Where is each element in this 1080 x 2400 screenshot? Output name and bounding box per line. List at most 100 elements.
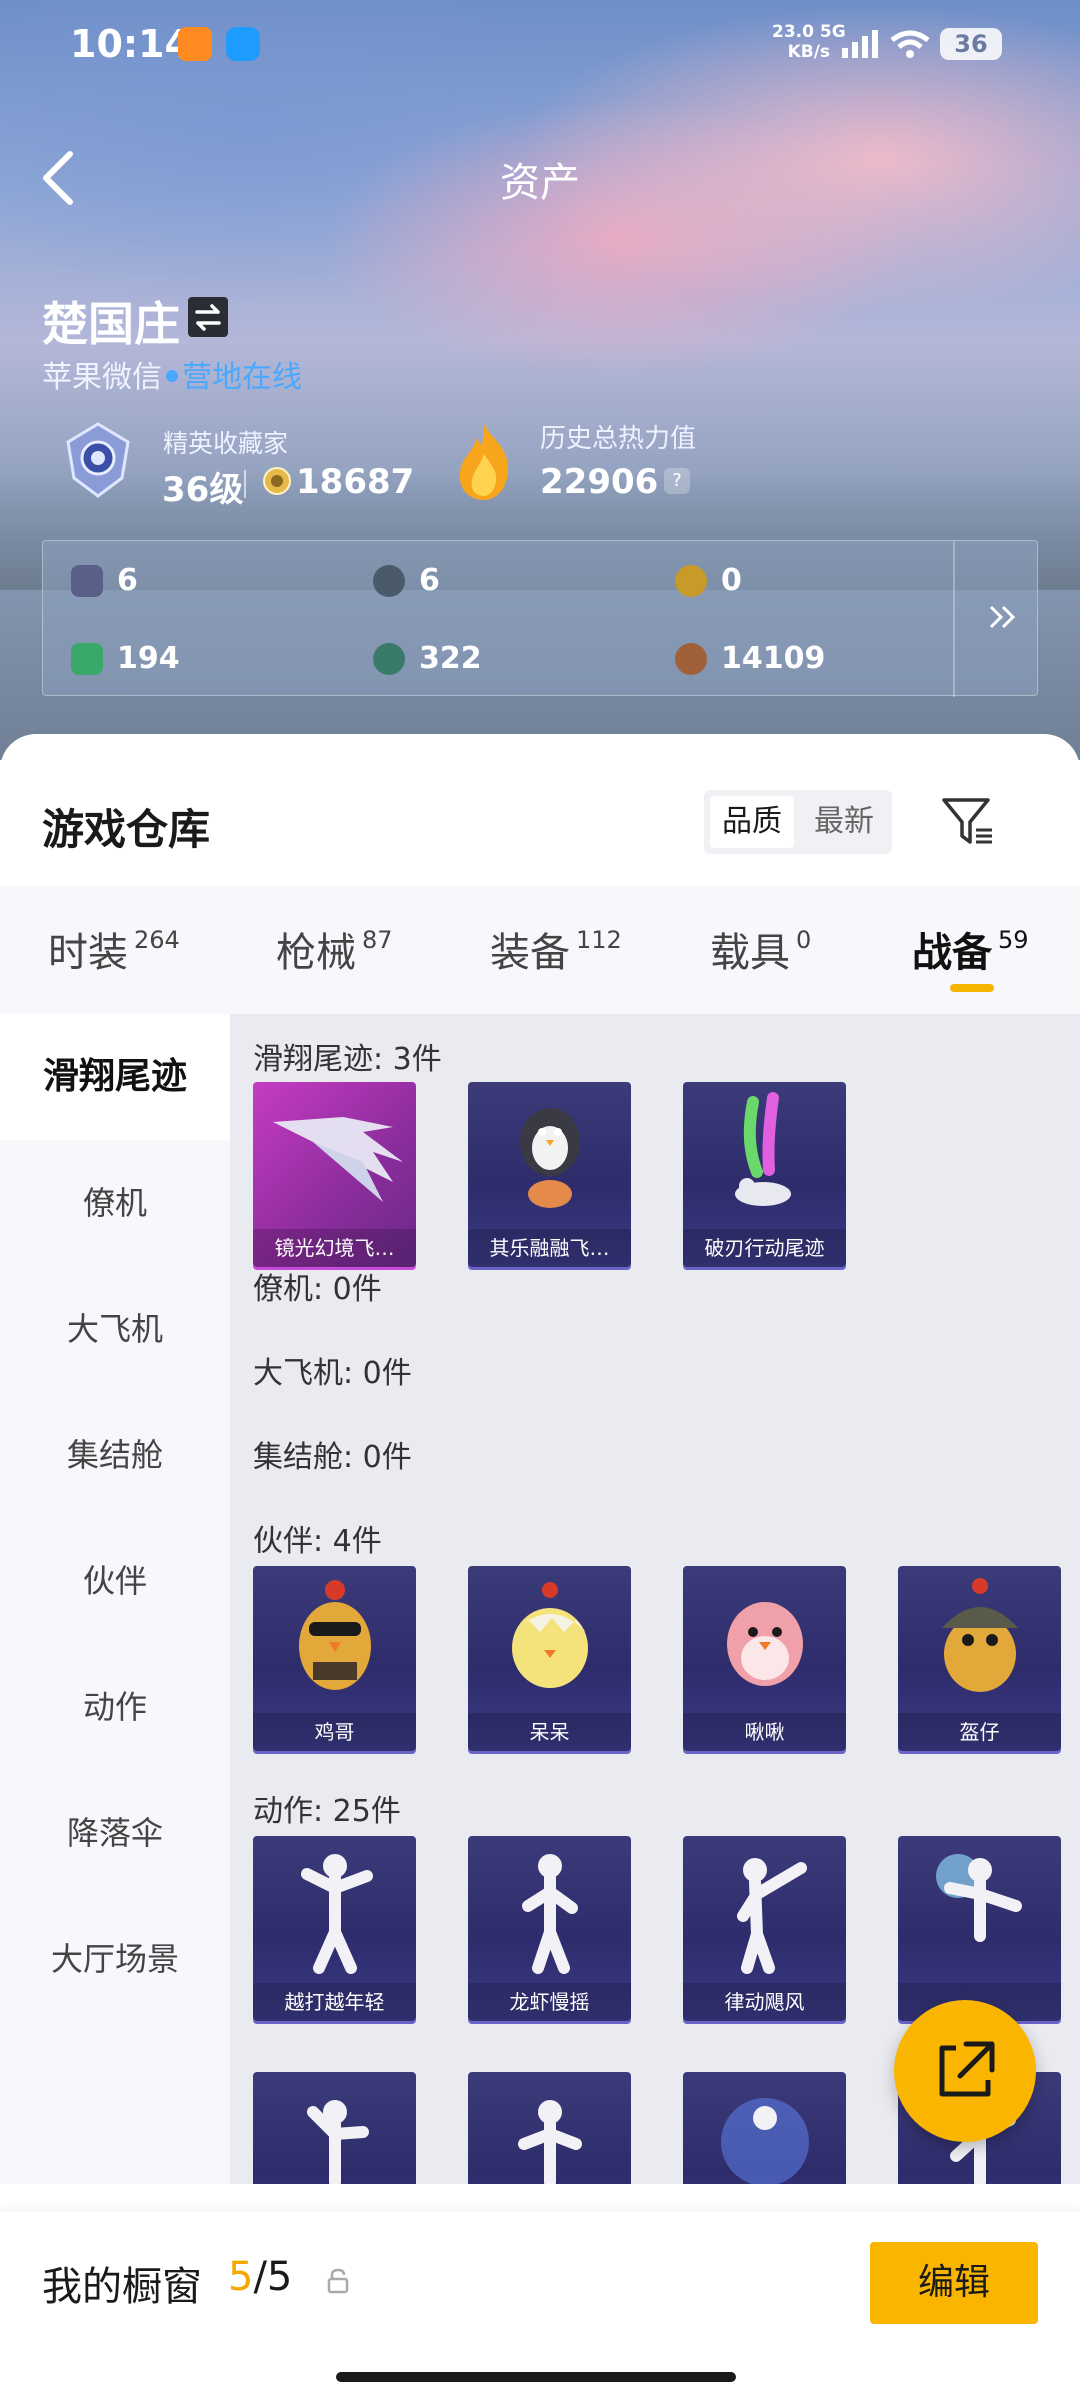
tab-fashion[interactable]: 时装 264 bbox=[48, 920, 180, 978]
tab-label: 战备 bbox=[912, 930, 992, 976]
resource-value: 6 bbox=[117, 563, 138, 598]
browser-app-icon bbox=[226, 27, 260, 61]
tab-count: 0 bbox=[796, 926, 812, 954]
warehouse-sheet: 游戏仓库 品质 最新 时装 264 枪械 87 装备 112 载具 0 战备 59 滑翔尾… bbox=[0, 734, 1080, 2400]
item-card[interactable]: 盔仔 bbox=[898, 1566, 1061, 1751]
lock-icon bbox=[327, 2268, 349, 2294]
sort-newest-button[interactable]: 最新 bbox=[802, 796, 886, 848]
double-chevron-right-icon[interactable] bbox=[983, 597, 1023, 637]
orb-icon bbox=[373, 643, 405, 675]
pink-bird-art bbox=[727, 1602, 803, 1686]
nav-item-wingman[interactable]: 僚机 bbox=[0, 1140, 230, 1266]
tab-count: 264 bbox=[134, 926, 180, 954]
item-name: 鸡哥 bbox=[253, 1713, 416, 1751]
status-time: 10:14 bbox=[70, 22, 191, 66]
resource-value: 14109 bbox=[721, 641, 826, 676]
gold-coupon-icon bbox=[675, 565, 707, 597]
medal-icon bbox=[263, 467, 291, 495]
resource-divider bbox=[953, 541, 955, 697]
green-ticket-icon bbox=[71, 643, 103, 675]
network-speed: 23.0 5G KB/s bbox=[772, 22, 846, 62]
nav-item-emote[interactable]: 动作 bbox=[0, 1644, 230, 1770]
battery-indicator: 36 bbox=[940, 28, 1002, 60]
chick-eggshell-art bbox=[512, 1582, 588, 1688]
wifi-icon bbox=[890, 30, 930, 58]
rank-title: 精英收藏家 bbox=[163, 429, 289, 458]
tab-vehicles[interactable]: 载具 0 bbox=[710, 920, 811, 978]
switch-account-icon[interactable] bbox=[188, 297, 228, 337]
item-card[interactable] bbox=[468, 2072, 631, 2184]
item-card[interactable] bbox=[683, 2072, 846, 2184]
item-card[interactable]: 鸡哥 bbox=[253, 1566, 416, 1751]
warehouse-title: 游戏仓库 bbox=[42, 805, 211, 854]
item-card[interactable]: 啾啾 bbox=[683, 1566, 846, 1751]
tab-count: 87 bbox=[362, 926, 393, 954]
nav-item-lobby-scene[interactable]: 大厅场景 bbox=[0, 1896, 230, 2022]
status-bar: 10:14 23.0 5G KB/s 36 bbox=[0, 0, 1080, 90]
tab-weapons[interactable]: 枪械 87 bbox=[276, 920, 393, 978]
item-name: 其乐融融飞… bbox=[468, 1229, 631, 1267]
active-tab-indicator bbox=[950, 984, 994, 992]
penguin-trail-art bbox=[520, 1108, 580, 1208]
tab-label: 枪械 bbox=[276, 930, 356, 976]
resource-value: 322 bbox=[419, 641, 482, 676]
rank-badge-icon[interactable] bbox=[58, 420, 138, 500]
network-speed-value: 23.0 bbox=[772, 22, 814, 42]
section-title-pod: 集结舱: 0件 bbox=[253, 1440, 412, 1475]
nav-item-glide-trail[interactable]: 滑翔尾迹 bbox=[0, 1014, 230, 1140]
item-card[interactable] bbox=[898, 1836, 1061, 2021]
fire-icon bbox=[459, 424, 509, 500]
showcase-total: /5 bbox=[253, 2254, 293, 2300]
emote-pose-art bbox=[518, 2100, 582, 2184]
share-button[interactable] bbox=[894, 2000, 1036, 2142]
nav-item-plane[interactable]: 大飞机 bbox=[0, 1266, 230, 1392]
helmet-chick-art bbox=[942, 1578, 1018, 1692]
section-title-partner: 伙伴: 4件 bbox=[253, 1524, 382, 1559]
sort-toggle: 品质 最新 bbox=[704, 790, 892, 854]
heat-title: 历史总热力值 bbox=[540, 424, 697, 454]
filter-icon[interactable] bbox=[938, 792, 998, 852]
edit-showcase-button[interactable]: 编辑 bbox=[870, 2242, 1038, 2324]
platform-label: 苹果微信 bbox=[42, 360, 162, 395]
rank-level: 36级 bbox=[162, 470, 244, 510]
showcase-count: 5/5 bbox=[228, 2254, 292, 2300]
tab-count: 112 bbox=[576, 926, 622, 954]
bronze-coin-icon bbox=[675, 643, 707, 675]
item-name: 律动飓风 bbox=[683, 1983, 846, 2021]
tab-count: 59 bbox=[998, 926, 1029, 954]
section-title-wingman: 僚机: 0件 bbox=[253, 1272, 382, 1307]
item-card[interactable]: 越打越年轻 bbox=[253, 1836, 416, 2021]
showcase-current: 5 bbox=[228, 2254, 254, 2300]
item-name: 盔仔 bbox=[898, 1713, 1061, 1751]
rank-divider bbox=[244, 470, 246, 498]
item-name: 破刃行动尾迹 bbox=[683, 1229, 846, 1267]
item-name: 龙虾慢摇 bbox=[468, 1983, 631, 2021]
network-speed-unit: KB/s bbox=[787, 42, 831, 62]
item-card[interactable]: 呆呆 bbox=[468, 1566, 631, 1751]
tab-readiness[interactable]: 战备 59 bbox=[912, 920, 1029, 978]
item-name: 越打越年轻 bbox=[253, 1983, 416, 2021]
nav-item-partner[interactable]: 伙伴 bbox=[0, 1518, 230, 1644]
home-indicator[interactable] bbox=[336, 2372, 736, 2382]
tab-equipment[interactable]: 装备 112 bbox=[490, 920, 622, 978]
signal-icon bbox=[842, 30, 878, 58]
page-title: 资产 bbox=[500, 160, 580, 206]
item-card[interactable]: 镜光幻境飞… bbox=[253, 1082, 416, 1267]
sort-quality-button[interactable]: 品质 bbox=[710, 796, 794, 848]
item-name: 呆呆 bbox=[468, 1713, 631, 1751]
resource-value: 0 bbox=[721, 563, 742, 598]
chicken-sunglasses-art bbox=[299, 1580, 371, 1690]
nav-item-parachute[interactable]: 降落伞 bbox=[0, 1770, 230, 1896]
item-card[interactable]: 律动飓风 bbox=[683, 1836, 846, 2021]
item-card[interactable]: 龙虾慢摇 bbox=[468, 1836, 631, 2021]
resource-panel[interactable]: 6 6 0 194 322 14109 bbox=[42, 540, 1038, 697]
resource-value: 194 bbox=[117, 641, 180, 676]
card-icon bbox=[71, 565, 103, 597]
item-card[interactable]: 破刃行动尾迹 bbox=[683, 1082, 846, 1267]
nav-item-pod[interactable]: 集结舱 bbox=[0, 1392, 230, 1518]
showcase-title: 我的橱窗 bbox=[42, 2264, 202, 2310]
item-card[interactable] bbox=[253, 2072, 416, 2184]
showcase-bar: 我的橱窗 5/5 编辑 bbox=[0, 2212, 1080, 2400]
help-icon[interactable]: ? bbox=[664, 468, 690, 494]
item-card[interactable]: 其乐融融飞… bbox=[468, 1082, 631, 1267]
